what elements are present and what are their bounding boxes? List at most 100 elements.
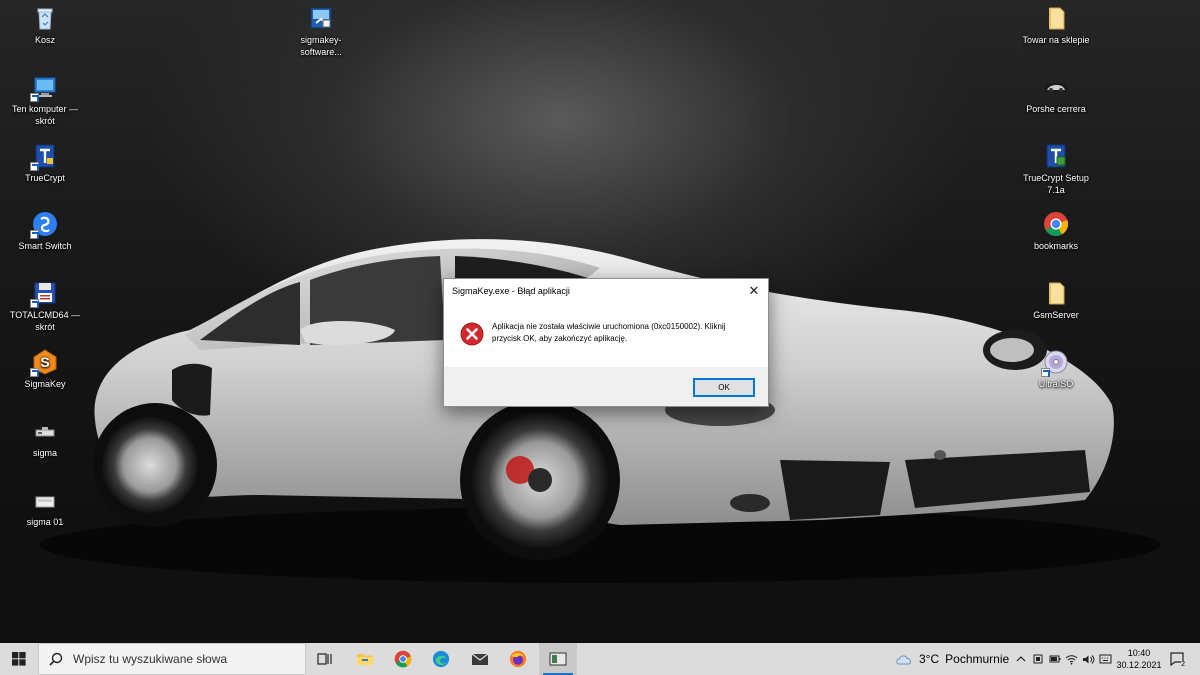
desktop-icon-ultraiso[interactable]: UltraISO (1016, 349, 1096, 390)
chrome-taskbar-button[interactable] (386, 643, 420, 675)
desktop-icon-label: Porshe cerrera (1026, 104, 1086, 114)
desktop-icon-sigma[interactable]: sigma (5, 418, 85, 459)
chevron-up-icon (1016, 656, 1025, 662)
mail-taskbar-button[interactable] (463, 643, 497, 675)
start-button[interactable] (0, 643, 38, 675)
shortcut-arrow-icon (30, 299, 39, 308)
search-placeholder: Wpisz tu wyszukiwane słowa (73, 652, 228, 666)
ultraiso-icon (1041, 349, 1069, 377)
search-input[interactable]: Wpisz tu wyszukiwane słowa (38, 643, 306, 675)
computer-icon (30, 74, 58, 102)
desktop-icon-label: bookmarks (1033, 241, 1078, 251)
desktop-icon-label: sigma 01 (26, 517, 64, 527)
desktop-icon-truecrypt-setup[interactable]: TrueCrypt Setup 7.1a (1016, 143, 1096, 196)
desktop-icon-recycle-bin[interactable]: Kosz (5, 5, 85, 46)
search-icon (49, 652, 63, 666)
floppy-icon (30, 280, 58, 308)
close-button[interactable]: ✕ (740, 279, 768, 303)
notification-center-button[interactable]: 2 (1166, 643, 1188, 675)
shortcut-arrow-icon (1041, 368, 1050, 377)
clock[interactable]: 10:40 30.12.2021 (1112, 647, 1166, 671)
desktop-icon-label: Towar na sklepie (1022, 35, 1090, 45)
device-icon (32, 418, 58, 444)
desktop-icon-label: SigmaKey (24, 379, 66, 389)
folder-icon (1043, 280, 1069, 306)
dialog-titlebar[interactable]: SigmaKey.exe - Błąd aplikacji (444, 279, 768, 303)
desktop-icon-totalcmd[interactable]: TOTALCMD64 — skrót (5, 280, 85, 333)
sigmakey-taskbar-button[interactable] (539, 643, 577, 675)
system-tray (1012, 643, 1114, 675)
sigmakey-app-icon (549, 652, 567, 666)
desktop-icon-porshe-cerrera[interactable]: Porshe cerrera (1016, 74, 1096, 115)
desktop-icon-label: sigmakey-software... (300, 35, 342, 57)
svg-text:S: S (40, 354, 49, 370)
device-status-icon (1033, 654, 1042, 664)
desktop-icon-bookmarks[interactable]: bookmarks (1016, 211, 1096, 252)
firefox-taskbar-button[interactable] (501, 643, 535, 675)
edge-icon (432, 650, 450, 668)
tray-device-button[interactable] (1029, 643, 1046, 675)
desktop-icon-label: Ten komputer — skrót (11, 104, 79, 126)
desktop-icon-towar-na-sklepie[interactable]: Towar na sklepie (1016, 5, 1096, 46)
cloud-icon (896, 655, 911, 665)
notification-count: 2 (1181, 661, 1185, 669)
wifi-icon (1065, 654, 1078, 665)
desktop-icon-label: TOTALCMD64 — skrót (9, 310, 81, 332)
desktop-icon-label: sigma (32, 448, 57, 458)
desktop-icon-label: TrueCrypt Setup 7.1a (1023, 173, 1089, 195)
shortcut-arrow-icon (30, 93, 39, 102)
shortcut-arrow-icon (30, 230, 39, 239)
desktop-icon-label: TrueCrypt (25, 173, 65, 183)
desktop-icon-this-pc[interactable]: Ten komputer — skrót (5, 74, 85, 127)
truecrypt-icon (30, 143, 58, 171)
edge-taskbar-button[interactable] (424, 643, 458, 675)
firefox-icon (509, 650, 527, 668)
desktop-icon-label: GsmServer (1033, 310, 1079, 320)
close-icon: ✕ (748, 283, 760, 298)
desktop-icon-truecrypt[interactable]: TrueCrypt (5, 143, 85, 184)
desktop-icon-sigmakey[interactable]: S SigmaKey (5, 349, 85, 390)
desktop-icon-label: UltraISO (1038, 379, 1074, 389)
tray-battery-button[interactable] (1046, 643, 1063, 675)
sigmakey-icon: S (30, 349, 58, 377)
battery-icon (1049, 655, 1060, 663)
clock-time: 10:40 (1127, 648, 1151, 658)
weather-widget[interactable]: 3°C Pochmurnie (895, 643, 1009, 675)
volume-icon (1083, 654, 1095, 664)
tray-network-button[interactable] (1063, 643, 1080, 675)
mail-icon (471, 653, 489, 665)
tray-overflow-button[interactable] (1012, 643, 1029, 675)
file-explorer-icon (357, 654, 373, 665)
ok-button[interactable]: OK (693, 378, 755, 397)
installer-icon (308, 5, 334, 31)
taskbar: Wpisz tu wyszukiwane słowa 3°C Pochmurni… (0, 643, 1200, 675)
error-icon (460, 322, 484, 346)
desktop-icon-smart-switch[interactable]: Smart Switch (5, 211, 85, 252)
tray-volume-button[interactable] (1080, 643, 1097, 675)
desktop-icon-gsmserver[interactable]: GsmServer (1016, 280, 1096, 321)
shortcut-arrow-icon (30, 368, 39, 377)
clock-date: 30.12.2021 (1116, 660, 1162, 670)
device-icon (32, 487, 58, 513)
car-image-icon (1043, 74, 1069, 100)
error-dialog: SigmaKey.exe - Błąd aplikacji ✕ Aplikacj… (443, 278, 769, 407)
desktop-icon-sigmakey-software[interactable]: sigmakey-software... (281, 5, 361, 58)
chrome-icon (394, 650, 412, 668)
task-view-button[interactable] (310, 643, 340, 675)
shortcut-arrow-icon (30, 162, 39, 171)
dialog-footer: OK (444, 367, 768, 406)
keyboard-icon (1099, 654, 1112, 664)
desktop-icon-label: Kosz (34, 35, 55, 45)
desktop: Kosz Ten komputer — skrót TrueCrypt Smar… (0, 0, 1200, 643)
desktop-icon-sigma-01[interactable]: sigma 01 (5, 487, 85, 528)
chrome-icon (1043, 211, 1069, 237)
windows-logo-icon (12, 652, 26, 666)
file-explorer-button[interactable] (348, 643, 382, 675)
task-view-icon (317, 653, 332, 665)
truecrypt-setup-icon (1043, 143, 1069, 169)
error-message: Aplikacja nie została właściwie uruchomi… (492, 322, 726, 343)
smart-switch-icon (30, 211, 58, 239)
weather-temperature: 3°C (919, 652, 940, 666)
folder-icon (1043, 5, 1069, 31)
recycle-bin-icon (32, 5, 58, 31)
